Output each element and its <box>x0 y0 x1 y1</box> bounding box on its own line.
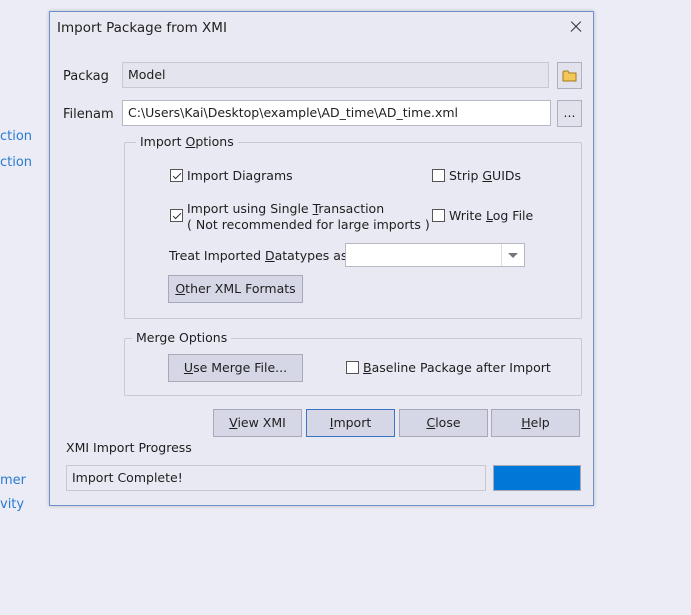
other-xml-formats-button[interactable]: Other XML Formats <box>168 275 303 303</box>
background-link-2[interactable]: ction <box>0 155 32 170</box>
close-icon[interactable] <box>564 15 588 39</box>
background-link-4[interactable]: vity <box>0 497 24 512</box>
background-link-1[interactable]: ction <box>0 129 32 144</box>
help-button[interactable]: Help <box>491 409 580 437</box>
filename-input[interactable]: C:\Users\Kai\Desktop\example\AD_time\AD_… <box>122 100 551 126</box>
single-transaction-note: ( Not recommended for large imports ) <box>187 217 430 232</box>
chevron-down-icon[interactable] <box>501 244 524 266</box>
select-package-button[interactable] <box>557 62 582 89</box>
single-transaction-checkbox[interactable] <box>170 209 183 222</box>
import-options-legend: Import Options <box>136 134 238 149</box>
import-diagrams-label: Import Diagrams <box>187 168 293 183</box>
import-diagrams-checkbox[interactable] <box>170 169 183 182</box>
close-button[interactable]: Close <box>399 409 488 437</box>
import-xmi-dialog: Import Package from XMI Packag Model Fil… <box>49 11 594 506</box>
progress-status: Import Complete! <box>66 465 486 491</box>
browse-button[interactable]: ... <box>557 100 582 127</box>
single-transaction-label: Import using Single Transaction <box>187 201 385 216</box>
datatypes-label: Treat Imported Datatypes as <box>169 248 348 263</box>
write-log-checkbox[interactable] <box>432 209 445 222</box>
package-label: Packag <box>63 69 109 84</box>
dialog-title: Import Package from XMI <box>57 20 227 36</box>
import-button[interactable]: Import <box>306 409 395 437</box>
view-xmi-button[interactable]: View XMI <box>213 409 302 437</box>
progress-bar-fill <box>494 466 580 490</box>
background-link-3[interactable]: mer <box>0 473 26 488</box>
folder-icon <box>562 70 576 82</box>
progress-label: XMI Import Progress <box>66 440 192 455</box>
write-log-label: Write Log File <box>449 208 534 223</box>
baseline-package-label: Baseline Package after Import <box>363 360 551 375</box>
filename-label: Filenam <box>63 107 114 122</box>
datatypes-dropdown[interactable] <box>345 243 525 267</box>
progress-bar <box>493 465 581 491</box>
dialog-titlebar[interactable]: Import Package from XMI <box>50 12 593 43</box>
merge-options-legend: Merge Options <box>132 330 232 345</box>
strip-guids-checkbox[interactable] <box>432 169 445 182</box>
baseline-package-checkbox[interactable] <box>346 361 359 374</box>
use-merge-file-button[interactable]: Use Merge File... <box>168 354 303 382</box>
package-field: Model <box>122 62 549 88</box>
strip-guids-label: Strip GUIDs <box>449 168 522 183</box>
